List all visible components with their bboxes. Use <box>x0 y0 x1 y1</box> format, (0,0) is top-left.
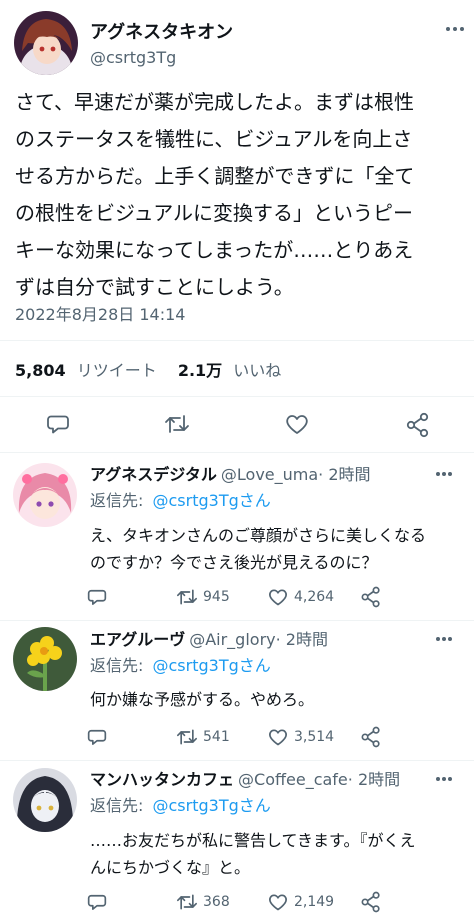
retweet-count[interactable]: 368 <box>203 894 230 910</box>
reply-to-label: 返信先: <box>90 796 144 815</box>
reply-to: 返信先: @csrtg3Tgさん <box>90 493 271 509</box>
like-label[interactable]: いいね <box>233 361 281 380</box>
retweet-count[interactable]: 5,804 <box>15 361 66 380</box>
reply-icon[interactable] <box>87 892 107 912</box>
reply-to-label: 返信先: <box>90 491 144 510</box>
reply-to-handle[interactable]: @csrtg3Tgさん <box>153 796 271 815</box>
reply-text-line: え、タキオンさんのご尊顔がさらに美しくなる <box>90 526 427 545</box>
reply-to-handle[interactable]: @csrtg3Tgさん <box>153 656 271 675</box>
display-name[interactable]: マンハッタンカフェ <box>90 770 234 789</box>
reply-text-line: ……お友だちが私に警告してきます。『がくえ <box>90 831 416 850</box>
tweet-text-line: さて、早速だが薬が完成したよ。まずは根性 <box>15 90 414 114</box>
share-icon[interactable] <box>360 586 382 608</box>
avatar[interactable] <box>14 11 78 75</box>
like-icon[interactable] <box>285 412 309 436</box>
avatar[interactable] <box>13 627 77 691</box>
more-icon[interactable] <box>436 637 456 643</box>
reply-time[interactable]: · 2時間 <box>276 630 328 649</box>
reply-text-line: のですか？今でさえ後光が見えるのに？ <box>90 553 378 572</box>
tweet-text-line: せる方からだ。上手く調整ができずに「全て <box>15 164 415 188</box>
retweet-icon[interactable] <box>176 727 198 747</box>
more-icon[interactable] <box>446 27 466 33</box>
avatar[interactable] <box>13 768 77 832</box>
reply-header: アグネスデジタル @Love_uma· 2時間 <box>90 467 371 483</box>
like-count[interactable]: 3,514 <box>294 729 334 745</box>
reply-time[interactable]: · 2時間 <box>348 770 400 789</box>
reply-icon[interactable] <box>46 412 70 436</box>
handle[interactable]: @csrtg3Tg <box>90 48 176 67</box>
reply-text-line: んにちかづくな』と。 <box>90 858 251 877</box>
display-name[interactable]: アグネスデジタル <box>90 465 217 484</box>
reply-icon[interactable] <box>87 727 107 747</box>
like-count[interactable]: 2.1万 <box>178 361 222 380</box>
retweet-count[interactable]: 541 <box>203 729 230 745</box>
reply-to-label: 返信先: <box>90 656 144 675</box>
like-icon[interactable] <box>268 727 288 747</box>
tweet-text-line: のステータスを犠牲に、ビジュアルを向上さ <box>15 127 413 151</box>
reply-header: マンハッタンカフェ @Coffee_cafe· 2時間 <box>90 772 400 788</box>
reply-header: エアグルーヴ @Air_glory· 2時間 <box>90 632 328 648</box>
reply-text: ……お友だちが私に警告してきます。『がくえ んにちかづくな』と。 <box>90 827 415 881</box>
like-icon[interactable] <box>268 892 288 912</box>
share-icon[interactable] <box>360 726 382 748</box>
avatar[interactable] <box>13 463 77 527</box>
share-icon[interactable] <box>405 412 431 438</box>
reply-text-line: 何か嫌な予感がする。やめろ。 <box>90 690 315 709</box>
reply-icon[interactable] <box>87 587 107 607</box>
reply-text: 何か嫌な予感がする。やめろ。 <box>90 686 314 713</box>
handle[interactable]: @Coffee_cafe <box>238 770 348 789</box>
handle[interactable]: @Love_uma <box>221 465 318 484</box>
share-icon[interactable] <box>360 891 382 913</box>
tweet-text: さて、早速だが薬が完成したよ。まずは根性 のステータスを犠牲に、ビジュアルを向上… <box>15 84 467 306</box>
retweet-label[interactable]: リツイート <box>77 361 157 380</box>
reply-to: 返信先: @csrtg3Tgさん <box>90 798 271 814</box>
like-count[interactable]: 4,264 <box>294 589 334 605</box>
more-icon[interactable] <box>436 472 456 478</box>
reply-text: え、タキオンさんのご尊顔がさらに美しくなる のですか？今でさえ後光が見えるのに？ <box>90 522 426 576</box>
retweet-icon[interactable] <box>176 892 198 912</box>
display-name[interactable]: エアグルーヴ <box>90 630 185 649</box>
more-icon[interactable] <box>436 777 456 783</box>
display-name[interactable]: アグネスタキオン <box>90 18 233 44</box>
timestamp[interactable]: 2022年8月28日 14:14 <box>15 301 185 325</box>
like-count[interactable]: 2,149 <box>294 894 334 910</box>
retweet-count[interactable]: 945 <box>203 589 230 605</box>
engagement-stats: 5,804 リツイート 2.1万 いいね <box>15 357 281 381</box>
tweet-text-line: キーな効果になってしまったが……とりあえ <box>15 238 414 262</box>
retweet-icon[interactable] <box>176 587 198 607</box>
reply-time[interactable]: · 2時間 <box>318 465 370 484</box>
reply-to-handle[interactable]: @csrtg3Tgさん <box>153 491 271 510</box>
reply-to: 返信先: @csrtg3Tgさん <box>90 658 271 674</box>
retweet-icon[interactable] <box>164 412 190 436</box>
like-icon[interactable] <box>268 587 288 607</box>
tweet-text-line: の根性をビジュアルに変換する」というピー <box>15 201 413 225</box>
handle[interactable]: @Air_glory <box>189 630 275 649</box>
